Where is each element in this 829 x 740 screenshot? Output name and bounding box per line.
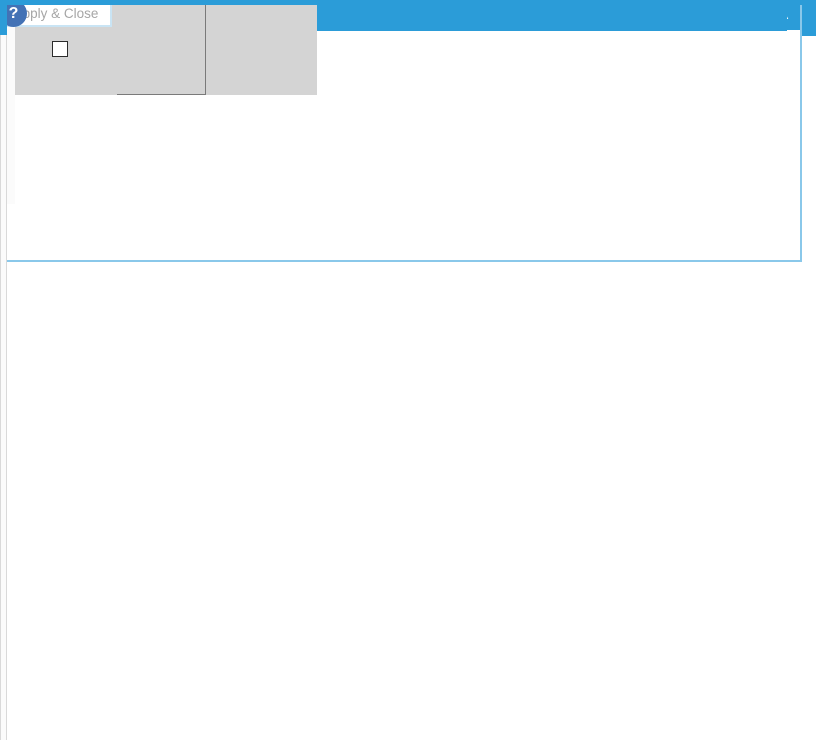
web-method-editor-window: () CreatePost ✕ ✕ Full Path: MyProject/D… — [0, 0, 829, 740]
outer-scrollbar-thumb[interactable] — [0, 0, 7, 35]
sensitive-checkbox[interactable] — [52, 41, 68, 57]
outer-scrollbar-track[interactable] — [0, 0, 7, 740]
parameters-panel: Parameters ▲ Name Value Kind Sensitive +… — [0, 0, 802, 262]
window-bottom-border — [0, 0, 816, 5]
parameter-row: ▶ application/json { "userId": 1, "title… — [2, 2, 787, 95]
